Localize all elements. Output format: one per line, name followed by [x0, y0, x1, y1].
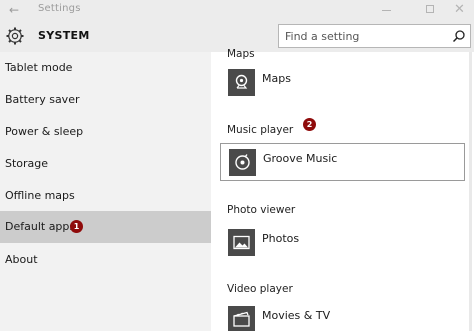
page-title: SYSTEM [38, 29, 90, 42]
sidebar-item-label: Tablet mode [5, 61, 73, 74]
section-heading-video-player: Video player [227, 283, 293, 295]
sidebar-item-label: Default apps [5, 220, 76, 233]
maximize-button[interactable] [414, 0, 448, 20]
main-content: Maps Maps Music player 2 Groove Music Ph… [211, 48, 474, 331]
maximize-icon [426, 5, 434, 13]
sidebar-item-default-apps[interactable]: Default apps 1 [0, 211, 211, 243]
scrollbar[interactable] [469, 52, 472, 331]
sidebar-item-storage[interactable]: Storage [0, 148, 211, 180]
default-app-groove-music[interactable]: Groove Music [220, 143, 465, 181]
sidebar-item-label: About [5, 253, 38, 266]
default-app-maps[interactable]: Maps [220, 64, 465, 102]
sidebar-item-label: Power & sleep [5, 125, 84, 138]
app-name: Groove Music [263, 152, 338, 165]
section-heading-maps: Maps [227, 48, 255, 60]
sidebar: Tablet mode Battery saver Power & sleep … [0, 52, 211, 331]
step-badge: 1 [70, 220, 83, 233]
default-app-photos[interactable]: Photos [220, 224, 465, 262]
movies-tv-icon [228, 306, 255, 331]
maps-icon [228, 69, 255, 96]
sidebar-item-label: Offline maps [5, 189, 75, 202]
groove-music-icon [229, 149, 256, 176]
sidebar-item-power-sleep[interactable]: Power & sleep [0, 116, 211, 148]
gear-icon [6, 27, 24, 45]
app-name: Maps [262, 72, 291, 85]
app-name: Photos [262, 232, 300, 245]
step-badge: 2 [303, 118, 316, 131]
sidebar-item-tablet-mode[interactable]: Tablet mode [0, 52, 211, 84]
sidebar-item-label: Storage [5, 157, 49, 170]
minimize-icon [382, 10, 391, 11]
close-icon: ✕ [454, 2, 465, 17]
window-title: Settings [38, 3, 81, 14]
minimize-button[interactable] [370, 0, 404, 20]
back-arrow-icon[interactable]: ← [6, 2, 22, 18]
search-icon[interactable] [452, 29, 466, 43]
sidebar-item-label: Battery saver [5, 93, 80, 106]
section-heading-music-player: Music player [227, 124, 294, 136]
search-input[interactable]: Find a setting [278, 24, 471, 48]
photos-icon [228, 229, 255, 256]
sidebar-item-offline-maps[interactable]: Offline maps [0, 180, 211, 212]
app-name: Movies & TV [262, 309, 331, 322]
sidebar-item-battery-saver[interactable]: Battery saver [0, 84, 211, 116]
close-button[interactable]: ✕ [444, 0, 474, 20]
sidebar-item-about[interactable]: About [0, 244, 211, 276]
search-placeholder: Find a setting [285, 30, 360, 43]
title-bar: ← Settings ✕ [0, 0, 474, 20]
section-heading-photo-viewer: Photo viewer [227, 204, 296, 216]
default-app-movies-tv[interactable]: Movies & TV [220, 301, 465, 331]
